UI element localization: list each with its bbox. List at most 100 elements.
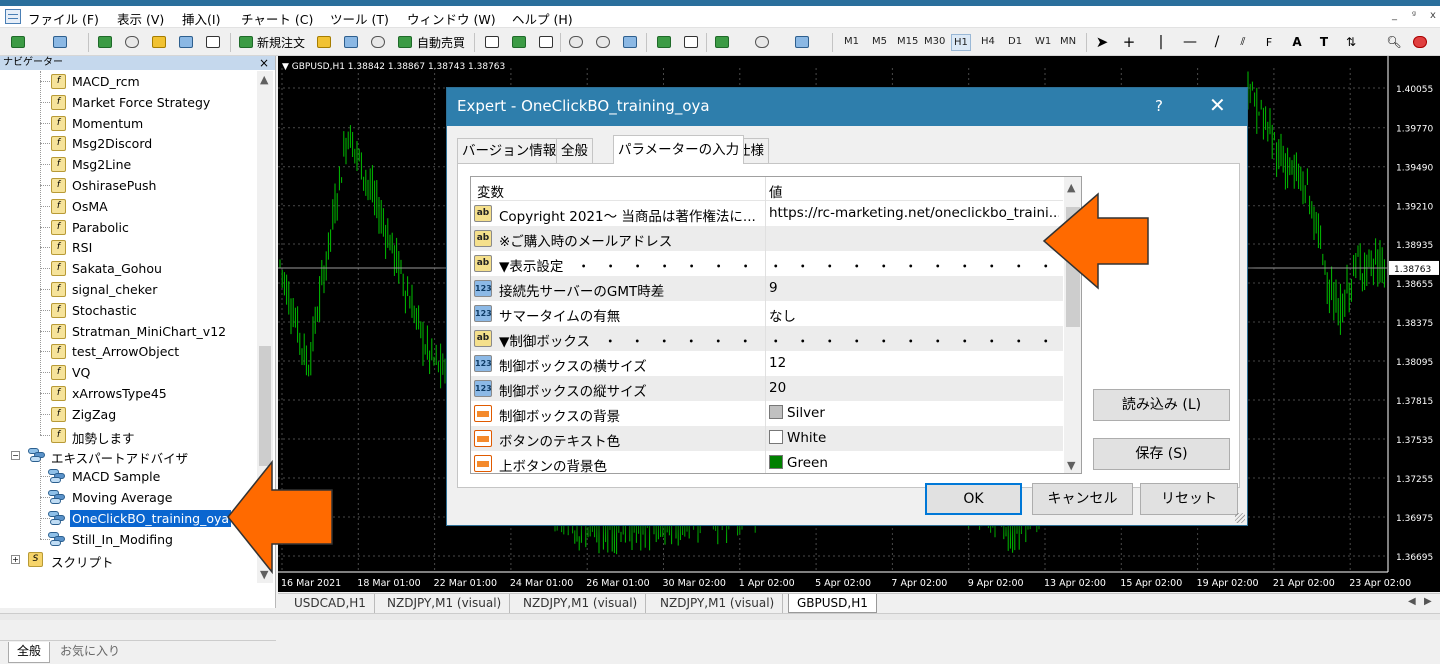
parameter-row[interactable]: 上ボタンの背景色 Green (471, 451, 1063, 473)
crosshair-icon[interactable]: + (1119, 32, 1139, 52)
chart-shift-icon[interactable] (681, 32, 701, 52)
timeframe-m5[interactable]: M5 (872, 36, 887, 47)
parameter-row[interactable]: 123 制御ボックスの縦サイズ 20 (471, 376, 1063, 401)
market-watch-icon[interactable] (95, 32, 115, 52)
parameter-value[interactable]: 20 (769, 380, 1059, 396)
timeframe-d1[interactable]: D1 (1008, 36, 1022, 47)
collapse-icon[interactable]: − (11, 451, 20, 461)
vertical-line-icon[interactable]: | (1151, 32, 1171, 52)
tab-scroll-right-icon[interactable]: ▶ (1424, 596, 1432, 607)
parameter-row[interactable]: ab Copyright 2021～ 当商品は著作権法に... https://… (471, 201, 1063, 226)
auto-trading-button[interactable]: 自動売買 (417, 34, 465, 51)
parameter-value[interactable]: White (769, 430, 1059, 446)
reset-button[interactable]: リセット (1140, 483, 1238, 515)
text-label-icon[interactable]: T (1314, 32, 1334, 52)
parameter-value[interactable]: なし (769, 305, 1059, 325)
indicators-icon[interactable] (712, 32, 732, 52)
close-child-icon[interactable]: x (1430, 10, 1436, 21)
chart-tab[interactable]: NZDJPY,M1 (visual) (379, 594, 511, 613)
strategy-tester-icon[interactable] (203, 32, 223, 52)
periods-icon[interactable] (752, 32, 772, 52)
menu-chart[interactable]: チャート (C) (241, 9, 313, 28)
ok-button[interactable]: OK (925, 483, 1022, 515)
parameter-row[interactable]: ab ▼表示設定 ・ ・ ・ ・ ・ ・ ・ ・ ・ ・ ・ ・ ・ ・ ・ ・… (471, 251, 1063, 276)
parameter-value[interactable]: 9 (769, 280, 1059, 296)
menu-view[interactable]: 表示 (V) (117, 9, 164, 28)
menu-window[interactable]: ウィンドウ (W) (407, 9, 496, 28)
parameter-row[interactable]: ab ※ご購入時のメールアドレス (471, 226, 1063, 251)
help-icon[interactable]: ? (1155, 97, 1163, 115)
text-tool-icon[interactable]: A (1287, 32, 1307, 52)
parameter-row[interactable]: 123 接続先サーバーのGMT時差 9 (471, 276, 1063, 301)
column-variable[interactable]: 変数 (477, 181, 504, 201)
chart-tab-active[interactable]: GBPUSD,H1 (788, 594, 877, 613)
menu-file[interactable]: ファイル (F) (28, 9, 99, 28)
tab-input-parameters[interactable]: パラメーターの入力 (613, 135, 745, 164)
signals-icon[interactable] (368, 32, 388, 52)
metaeditor-icon[interactable] (314, 32, 334, 52)
tab-general[interactable]: 全般 (556, 138, 593, 163)
navigator-scripts-folder[interactable]: + S スクリプト (0, 549, 262, 570)
timeframe-h4[interactable]: H4 (981, 36, 995, 47)
candlestick-icon[interactable] (509, 32, 529, 52)
search-icon[interactable]: 🔍︎ (1384, 32, 1404, 52)
save-button[interactable]: 保存 (S) (1093, 438, 1230, 470)
parameter-value[interactable]: https://rc-marketing.net/oneclickbo_trai… (769, 205, 1059, 221)
restore-icon[interactable]: ᵍ (1412, 10, 1416, 21)
scroll-up-icon[interactable]: ▲ (260, 73, 268, 86)
zoom-in-icon[interactable] (566, 32, 586, 52)
zoom-out-icon[interactable] (593, 32, 613, 52)
timeframe-mn[interactable]: MN (1060, 36, 1076, 47)
auto-trading-icon[interactable] (395, 32, 415, 52)
parameter-value[interactable]: ・ ・ ・ ・ ・ ・ ・ ・ ・ ・ ・ ・ ・ ... (769, 330, 1059, 350)
column-value[interactable]: 値 (769, 181, 783, 201)
parameter-value[interactable]: ・ ・ ・ ・ ・ ・ ・ ・ ・ ・ ・ ・ ・ ... (769, 255, 1059, 275)
data-window-icon[interactable] (122, 32, 142, 52)
navigator-tab-general[interactable]: 全般 (8, 642, 51, 663)
timeframe-m1[interactable]: M1 (844, 36, 859, 47)
trendline-icon[interactable]: / (1207, 32, 1227, 52)
navigator-scroll-thumb[interactable] (259, 346, 271, 466)
channel-icon[interactable]: ⫽ (1233, 32, 1253, 52)
timeframe-m30[interactable]: M30 (924, 36, 945, 47)
parameter-row[interactable]: 制御ボックスの背景 Silver (471, 401, 1063, 426)
templates-icon[interactable] (792, 32, 812, 52)
new-order-icon[interactable] (236, 32, 256, 52)
terminal-icon[interactable] (176, 32, 196, 52)
horizontal-line-icon[interactable]: — (1180, 32, 1200, 52)
line-chart-icon[interactable] (536, 32, 556, 52)
arrows-icon[interactable]: ⇅ (1341, 32, 1361, 52)
navigator-tab-favorites[interactable]: お気に入り (52, 642, 128, 663)
profiles-icon[interactable] (50, 32, 70, 52)
timeframe-h1[interactable]: H1 (951, 34, 971, 51)
parameter-value[interactable]: Silver (769, 405, 1059, 421)
load-button[interactable]: 読み込み (L) (1093, 389, 1230, 421)
minimize-icon[interactable]: _ (1392, 10, 1397, 21)
menu-tools[interactable]: ツール (T) (330, 9, 389, 28)
parameter-row[interactable]: 123 サマータイムの有無 なし (471, 301, 1063, 326)
parameter-row[interactable]: ボタンのテキスト色 White (471, 426, 1063, 451)
autoscroll-icon[interactable] (654, 32, 674, 52)
tab-scroll-left-icon[interactable]: ◀ (1408, 596, 1416, 607)
parameter-value[interactable]: 12 (769, 355, 1059, 371)
chart-tab[interactable]: USDCAD,H1 (286, 594, 375, 613)
navigator-close-icon[interactable]: × (259, 56, 269, 70)
fibonacci-icon[interactable]: F (1259, 32, 1279, 52)
notification-icon[interactable] (1410, 32, 1430, 52)
grid-scroll-down-icon[interactable]: ▼ (1067, 459, 1075, 472)
parameter-row[interactable]: ab ▼制御ボックス ・ ・ ・ ・ ・ ・ .. ・ ・ ・ ・ ・ ・ ・ … (471, 326, 1063, 351)
new-order-button[interactable]: 新規注文 (257, 34, 305, 51)
cancel-button[interactable]: キャンセル (1032, 483, 1133, 515)
app-menu-icon[interactable] (5, 9, 21, 24)
tile-windows-icon[interactable] (620, 32, 640, 52)
parameter-value[interactable]: Green (769, 455, 1059, 471)
menu-help[interactable]: ヘルプ (H) (512, 9, 573, 28)
chart-tab[interactable]: NZDJPY,M1 (visual) (515, 594, 647, 613)
new-chart-icon[interactable] (8, 32, 28, 52)
timeframe-w1[interactable]: W1 (1035, 36, 1051, 47)
market-icon[interactable] (341, 32, 361, 52)
timeframe-m15[interactable]: M15 (897, 36, 918, 47)
tab-version-info[interactable]: バージョン情報 (457, 138, 562, 163)
chart-tab[interactable]: NZDJPY,M1 (visual) (652, 594, 784, 613)
parameter-row[interactable]: 123 制御ボックスの横サイズ 12 (471, 351, 1063, 376)
